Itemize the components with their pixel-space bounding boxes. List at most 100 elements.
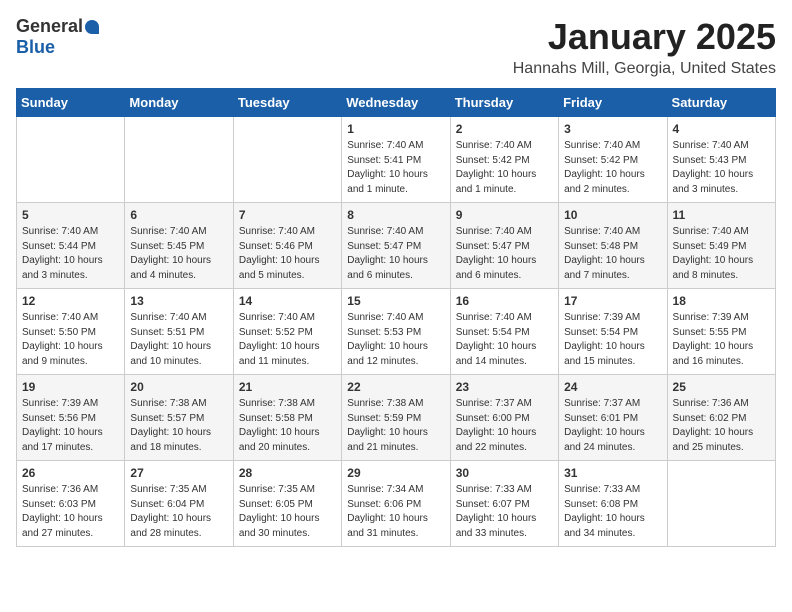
day-info: Sunrise: 7:39 AM Sunset: 5:56 PM Dayligh… bbox=[22, 397, 119, 455]
day-number: 7 bbox=[239, 208, 336, 222]
day-number: 17 bbox=[564, 294, 661, 308]
calendar-cell: 19 Sunrise: 7:39 AM Sunset: 5:56 PM Dayli… bbox=[17, 375, 125, 461]
week-row: 1 Sunrise: 7:40 AM Sunset: 5:41 PM Daylig… bbox=[17, 117, 776, 203]
day-info: Sunrise: 7:40 AM Sunset: 5:51 PM Dayligh… bbox=[130, 311, 227, 369]
day-number: 9 bbox=[456, 208, 553, 222]
day-number: 10 bbox=[564, 208, 661, 222]
day-of-week-header: Thursday bbox=[450, 89, 558, 117]
day-info: Sunrise: 7:33 AM Sunset: 6:07 PM Dayligh… bbox=[456, 483, 553, 541]
calendar-cell: 13 Sunrise: 7:40 AM Sunset: 5:51 PM Dayli… bbox=[125, 289, 233, 375]
day-info: Sunrise: 7:40 AM Sunset: 5:44 PM Dayligh… bbox=[22, 225, 119, 283]
day-info: Sunrise: 7:40 AM Sunset: 5:50 PM Dayligh… bbox=[22, 311, 119, 369]
calendar-cell: 14 Sunrise: 7:40 AM Sunset: 5:52 PM Dayli… bbox=[233, 289, 341, 375]
day-number: 27 bbox=[130, 466, 227, 480]
calendar-cell: 3 Sunrise: 7:40 AM Sunset: 5:42 PM Daylig… bbox=[559, 117, 667, 203]
week-row: 19 Sunrise: 7:39 AM Sunset: 5:56 PM Dayli… bbox=[17, 375, 776, 461]
calendar-cell: 1 Sunrise: 7:40 AM Sunset: 5:41 PM Daylig… bbox=[342, 117, 450, 203]
day-of-week-header: Sunday bbox=[17, 89, 125, 117]
day-info: Sunrise: 7:35 AM Sunset: 6:04 PM Dayligh… bbox=[130, 483, 227, 541]
calendar-cell: 25Sunrise: 7:36 AM Sunset: 6:02 PM Dayli… bbox=[667, 375, 775, 461]
day-number: 15 bbox=[347, 294, 444, 308]
calendar-cell: 7 Sunrise: 7:40 AM Sunset: 5:46 PM Daylig… bbox=[233, 203, 341, 289]
calendar-cell: 11 Sunrise: 7:40 AM Sunset: 5:49 PM Dayli… bbox=[667, 203, 775, 289]
header: General Blue January 2025 Hannahs Mill, … bbox=[16, 16, 776, 78]
day-info: Sunrise: 7:40 AM Sunset: 5:46 PM Dayligh… bbox=[239, 225, 336, 283]
calendar-cell: 24Sunrise: 7:37 AM Sunset: 6:01 PM Dayli… bbox=[559, 375, 667, 461]
calendar-cell: 5 Sunrise: 7:40 AM Sunset: 5:44 PM Daylig… bbox=[17, 203, 125, 289]
day-info: Sunrise: 7:40 AM Sunset: 5:47 PM Dayligh… bbox=[456, 225, 553, 283]
calendar-subtitle: Hannahs Mill, Georgia, United States bbox=[513, 60, 776, 78]
day-number: 20 bbox=[130, 380, 227, 394]
day-info: Sunrise: 7:38 AM Sunset: 5:59 PM Dayligh… bbox=[347, 397, 444, 455]
day-info: Sunrise: 7:40 AM Sunset: 5:49 PM Dayligh… bbox=[673, 225, 770, 283]
calendar-cell: 2 Sunrise: 7:40 AM Sunset: 5:42 PM Daylig… bbox=[450, 117, 558, 203]
day-number: 31 bbox=[564, 466, 661, 480]
day-info: Sunrise: 7:39 AM Sunset: 5:54 PM Dayligh… bbox=[564, 311, 661, 369]
week-row: 12 Sunrise: 7:40 AM Sunset: 5:50 PM Dayli… bbox=[17, 289, 776, 375]
day-number: 16 bbox=[456, 294, 553, 308]
day-info: Sunrise: 7:40 AM Sunset: 5:52 PM Dayligh… bbox=[239, 311, 336, 369]
calendar-cell: 8 Sunrise: 7:40 AM Sunset: 5:47 PM Daylig… bbox=[342, 203, 450, 289]
day-number: 22 bbox=[347, 380, 444, 394]
day-number: 13 bbox=[130, 294, 227, 308]
day-number: 23 bbox=[456, 380, 553, 394]
day-number: 4 bbox=[673, 122, 770, 136]
calendar-cell: 9 Sunrise: 7:40 AM Sunset: 5:47 PM Daylig… bbox=[450, 203, 558, 289]
calendar-cell: 27 Sunrise: 7:35 AM Sunset: 6:04 PM Dayli… bbox=[125, 461, 233, 547]
calendar-cell: 31 Sunrise: 7:33 AM Sunset: 6:08 PM Dayli… bbox=[559, 461, 667, 547]
day-number: 11 bbox=[673, 208, 770, 222]
day-info: Sunrise: 7:40 AM Sunset: 5:45 PM Dayligh… bbox=[130, 225, 227, 283]
day-info: Sunrise: 7:37 AM Sunset: 6:00 PM Dayligh… bbox=[456, 397, 553, 455]
day-info: Sunrise: 7:40 AM Sunset: 5:54 PM Dayligh… bbox=[456, 311, 553, 369]
day-number: 19 bbox=[22, 380, 119, 394]
day-info: Sunrise: 7:40 AM Sunset: 5:53 PM Dayligh… bbox=[347, 311, 444, 369]
calendar-cell: 16 Sunrise: 7:40 AM Sunset: 5:54 PM Dayli… bbox=[450, 289, 558, 375]
calendar-cell: 17 Sunrise: 7:39 AM Sunset: 5:54 PM Dayli… bbox=[559, 289, 667, 375]
day-info: Sunrise: 7:40 AM Sunset: 5:47 PM Dayligh… bbox=[347, 225, 444, 283]
day-number: 3 bbox=[564, 122, 661, 136]
day-number: 12 bbox=[22, 294, 119, 308]
day-info: Sunrise: 7:34 AM Sunset: 6:06 PM Dayligh… bbox=[347, 483, 444, 541]
header-row: SundayMondayTuesdayWednesdayThursdayFrid… bbox=[17, 89, 776, 117]
logo: General Blue bbox=[16, 16, 99, 58]
day-info: Sunrise: 7:35 AM Sunset: 6:05 PM Dayligh… bbox=[239, 483, 336, 541]
day-info: Sunrise: 7:38 AM Sunset: 5:57 PM Dayligh… bbox=[130, 397, 227, 455]
day-of-week-header: Wednesday bbox=[342, 89, 450, 117]
calendar-table: SundayMondayTuesdayWednesdayThursdayFrid… bbox=[16, 88, 776, 547]
calendar-cell: 18Sunrise: 7:39 AM Sunset: 5:55 PM Dayli… bbox=[667, 289, 775, 375]
day-number: 14 bbox=[239, 294, 336, 308]
calendar-cell bbox=[125, 117, 233, 203]
day-number: 28 bbox=[239, 466, 336, 480]
calendar-cell: 15 Sunrise: 7:40 AM Sunset: 5:53 PM Dayli… bbox=[342, 289, 450, 375]
calendar-cell: 12 Sunrise: 7:40 AM Sunset: 5:50 PM Dayli… bbox=[17, 289, 125, 375]
day-of-week-header: Monday bbox=[125, 89, 233, 117]
calendar-cell: 10 Sunrise: 7:40 AM Sunset: 5:48 PM Dayli… bbox=[559, 203, 667, 289]
day-of-week-header: Saturday bbox=[667, 89, 775, 117]
day-info: Sunrise: 7:40 AM Sunset: 5:42 PM Dayligh… bbox=[564, 139, 661, 197]
day-number: 8 bbox=[347, 208, 444, 222]
day-number: 1 bbox=[347, 122, 444, 136]
day-number: 5 bbox=[22, 208, 119, 222]
day-number: 24 bbox=[564, 380, 661, 394]
logo-blue-text: Blue bbox=[16, 37, 55, 57]
calendar-cell: 28 Sunrise: 7:35 AM Sunset: 6:05 PM Dayli… bbox=[233, 461, 341, 547]
title-area: January 2025 Hannahs Mill, Georgia, Unit… bbox=[513, 16, 776, 78]
day-number: 2 bbox=[456, 122, 553, 136]
day-info: Sunrise: 7:36 AM Sunset: 6:03 PM Dayligh… bbox=[22, 483, 119, 541]
day-info: Sunrise: 7:40 AM Sunset: 5:41 PM Dayligh… bbox=[347, 139, 444, 197]
calendar-cell: 4Sunrise: 7:40 AM Sunset: 5:43 PM Daylig… bbox=[667, 117, 775, 203]
day-number: 30 bbox=[456, 466, 553, 480]
calendar-cell: 22 Sunrise: 7:38 AM Sunset: 5:59 PM Dayli… bbox=[342, 375, 450, 461]
day-number: 29 bbox=[347, 466, 444, 480]
week-row: 26Sunrise: 7:36 AM Sunset: 6:03 PM Dayli… bbox=[17, 461, 776, 547]
calendar-cell: 6Sunrise: 7:40 AM Sunset: 5:45 PM Daylig… bbox=[125, 203, 233, 289]
day-info: Sunrise: 7:40 AM Sunset: 5:42 PM Dayligh… bbox=[456, 139, 553, 197]
calendar-cell bbox=[17, 117, 125, 203]
calendar-cell: 23 Sunrise: 7:37 AM Sunset: 6:00 PM Dayli… bbox=[450, 375, 558, 461]
day-info: Sunrise: 7:40 AM Sunset: 5:48 PM Dayligh… bbox=[564, 225, 661, 283]
day-info: Sunrise: 7:33 AM Sunset: 6:08 PM Dayligh… bbox=[564, 483, 661, 541]
day-of-week-header: Tuesday bbox=[233, 89, 341, 117]
calendar-title: January 2025 bbox=[513, 16, 776, 58]
calendar-cell bbox=[667, 461, 775, 547]
calendar-cell: 29 Sunrise: 7:34 AM Sunset: 6:06 PM Dayli… bbox=[342, 461, 450, 547]
